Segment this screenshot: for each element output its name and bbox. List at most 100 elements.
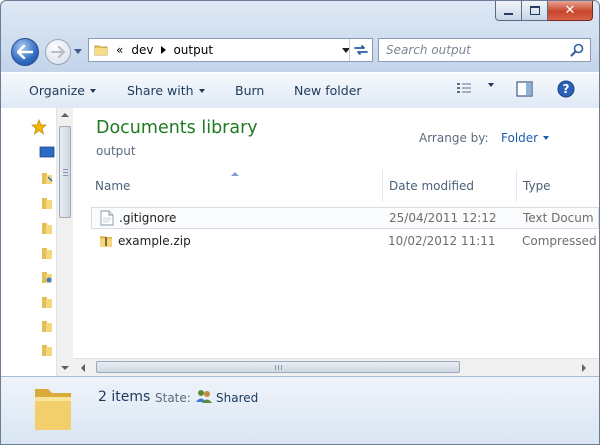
shared-users-icon (196, 390, 212, 403)
back-button[interactable] (11, 38, 39, 66)
column-type-label: Type (523, 179, 551, 193)
file-type: Compressed (522, 234, 597, 248)
library-subtitle: output (96, 144, 136, 158)
file-name: example.zip (118, 234, 191, 248)
organize-button[interactable]: Organize (29, 83, 96, 98)
chevron-down-icon (90, 88, 96, 93)
column-divider[interactable] (382, 170, 383, 202)
column-date-label: Date modified (389, 179, 475, 193)
burn-button[interactable]: Burn (235, 83, 264, 98)
horizontal-scrollbar[interactable] (73, 358, 599, 376)
scroll-left-icon[interactable] (81, 364, 85, 372)
address-bar[interactable]: « dev output (88, 38, 373, 62)
file-name: .gitignore (119, 211, 177, 225)
arrange-by-label: Arrange by: (419, 131, 489, 145)
change-view-button[interactable] (456, 82, 472, 96)
maximize-icon (529, 6, 540, 15)
text-document-icon (100, 210, 114, 226)
help-button[interactable]: ? (557, 80, 575, 98)
file-type: Text Docum (523, 211, 594, 225)
column-header-type[interactable]: Type (523, 170, 599, 202)
folder-icon (94, 45, 108, 56)
preview-pane-button[interactable] (516, 81, 533, 97)
explorer-window: ✕ « dev output Search output Organize Sh… (0, 0, 600, 445)
forward-arrow-icon (51, 46, 65, 58)
scroll-down-icon[interactable] (61, 366, 69, 370)
file-row[interactable]: example.zip 10/02/2012 11:11 Compressed (91, 231, 599, 253)
file-list-pane: Documents library output Arrange by: Fol… (73, 108, 599, 376)
new-folder-label: New folder (294, 83, 362, 98)
folder-icon[interactable] (41, 319, 53, 333)
folder-icon[interactable] (41, 171, 53, 185)
scroll-thumb[interactable] (59, 126, 71, 218)
recent-pages-dropdown[interactable] (74, 49, 82, 54)
search-icon[interactable] (570, 43, 584, 57)
breadcrumb-item-dev[interactable]: dev (131, 43, 153, 57)
caption-buttons: ✕ (495, 1, 593, 21)
column-header-date[interactable]: Date modified (389, 170, 515, 202)
organize-label: Organize (29, 83, 85, 98)
zip-folder-icon (100, 236, 112, 247)
search-placeholder: Search output (386, 43, 471, 57)
grip-line (278, 365, 279, 370)
state-label: State: (155, 391, 191, 405)
new-folder-button[interactable]: New folder (294, 83, 362, 98)
column-header-name[interactable]: Name (95, 170, 381, 202)
breadcrumb: dev output (123, 43, 213, 57)
library-title: Documents library (96, 118, 258, 138)
details-pane: 2 items State: Shared (1, 376, 599, 444)
folder-icon[interactable] (41, 295, 53, 309)
details-view-icon (457, 83, 471, 93)
folder-icon[interactable] (41, 246, 53, 260)
close-icon: ✕ (564, 3, 576, 18)
arrange-by-value: Folder (501, 131, 539, 145)
folder-icon[interactable] (41, 343, 53, 357)
arrange-by-dropdown[interactable]: Folder (501, 131, 550, 145)
file-date: 25/04/2011 12:12 (389, 211, 497, 225)
forward-button[interactable] (45, 39, 71, 65)
refresh-icon (354, 45, 368, 55)
refresh-button[interactable] (349, 39, 372, 61)
file-row[interactable]: .gitignore 25/04/2011 12:12 Text Docum (91, 207, 599, 229)
grip-line (63, 169, 68, 170)
view-options-dropdown[interactable] (483, 83, 494, 87)
burn-label: Burn (235, 83, 265, 98)
chevron-down-icon (198, 88, 205, 93)
search-input[interactable]: Search output (378, 38, 591, 62)
favorites-star-icon[interactable] (31, 119, 47, 135)
maximize-button[interactable] (522, 1, 548, 21)
grip-line (63, 172, 68, 173)
breadcrumb-separator-icon[interactable] (161, 46, 167, 54)
folder-icon[interactable] (41, 196, 53, 210)
command-bar: Organize Share with Burn New folder ? (1, 72, 599, 109)
grip-line (63, 175, 68, 176)
scroll-right-icon[interactable] (582, 364, 586, 372)
navigation-scrollbar[interactable] (56, 108, 73, 376)
desktop-icon[interactable] (39, 146, 55, 158)
large-folder-icon (35, 389, 71, 430)
folder-icon[interactable] (41, 221, 53, 235)
file-date: 10/02/2012 11:11 (388, 234, 496, 248)
chevron-down-icon (543, 136, 550, 140)
grip-line (281, 365, 282, 370)
chevron-down-icon (488, 83, 494, 87)
item-count: 2 items (98, 389, 151, 405)
column-name-label: Name (95, 179, 131, 193)
grip-line (275, 365, 276, 370)
share-with-button[interactable]: Share with (127, 83, 205, 98)
preview-pane-icon (516, 81, 533, 97)
state-value: Shared (216, 391, 259, 405)
share-with-label: Share with (127, 83, 194, 98)
column-divider[interactable] (516, 170, 517, 202)
minimize-icon (504, 12, 513, 15)
back-arrow-icon (17, 45, 33, 59)
scroll-up-icon[interactable] (61, 113, 69, 117)
svg-text:?: ? (563, 82, 570, 96)
help-icon: ? (557, 80, 575, 98)
breadcrumb-item-output[interactable]: output (173, 43, 213, 57)
minimize-button[interactable] (495, 1, 522, 21)
scroll-thumb[interactable] (96, 361, 460, 373)
network-folder-icon[interactable] (41, 270, 53, 284)
close-button[interactable]: ✕ (548, 1, 593, 21)
breadcrumb-overflow[interactable]: « (116, 43, 123, 57)
